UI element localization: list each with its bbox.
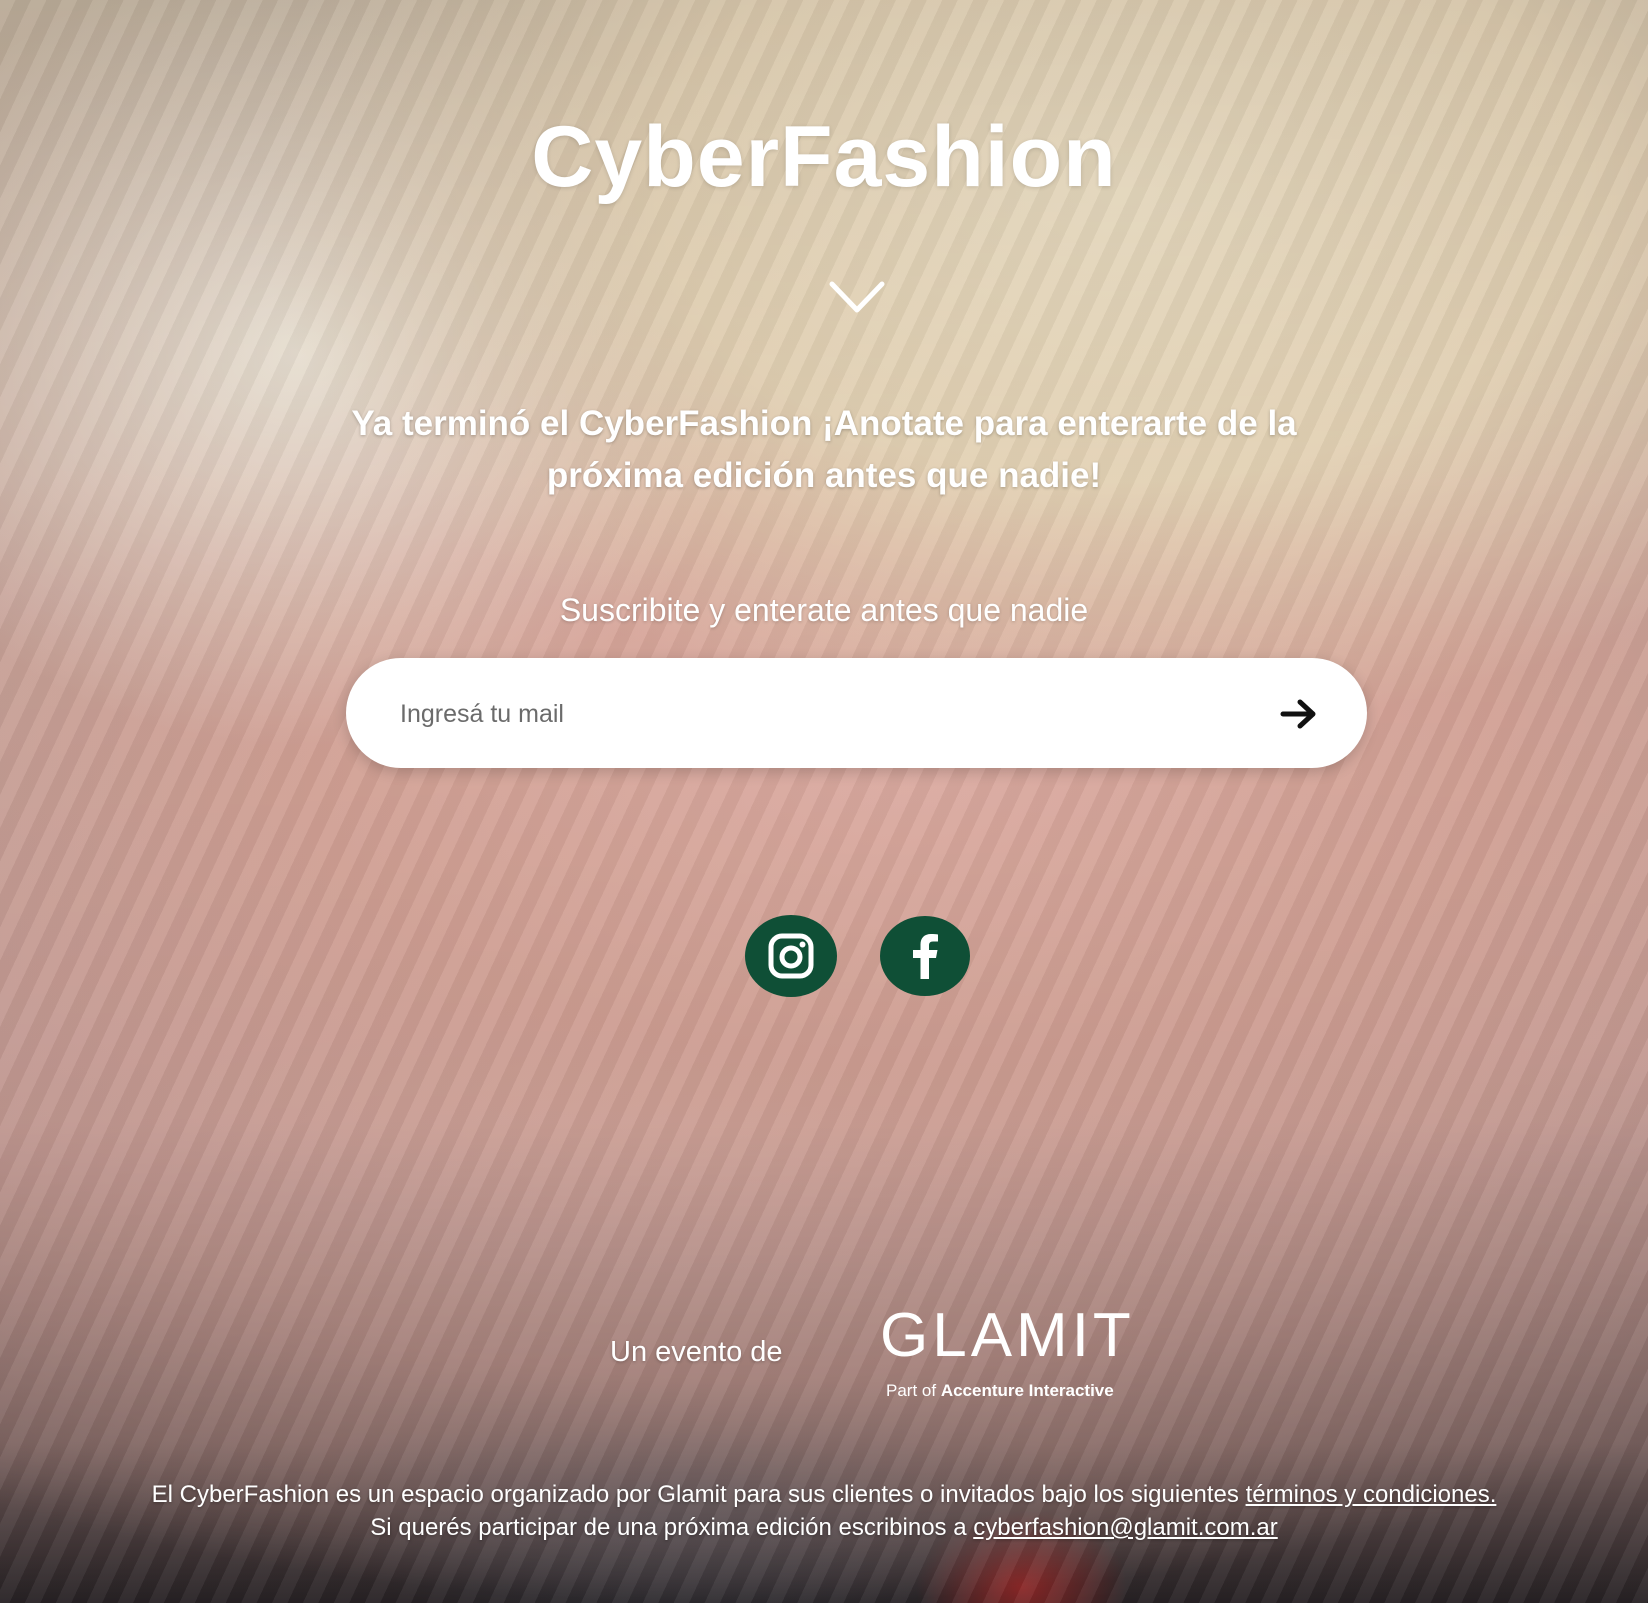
subscribe-label: Suscribite y enterate antes que nadie: [559, 592, 1089, 628]
organizer-label: Un evento de: [610, 1336, 783, 1368]
logo-sub-prefix: Part of: [886, 1381, 941, 1400]
terms-link[interactable]: términos y condiciones.: [1246, 1481, 1497, 1508]
email-input[interactable]: [398, 688, 1202, 740]
instagram-icon: [768, 933, 814, 979]
facebook-button[interactable]: [880, 916, 970, 996]
instagram-button[interactable]: [745, 915, 837, 997]
footer-line1: El CyberFashion es un espacio organizado…: [0, 1478, 1648, 1511]
glamit-logo-text: GLAMIT: [880, 1301, 1135, 1370]
glamit-logo[interactable]: GLAMIT Part of Accenture Interactive: [880, 1305, 1150, 1405]
hero-headline-line1: Ya terminó el CyberFashion ¡Anotate para…: [351, 404, 1297, 443]
chevron-down-icon[interactable]: [828, 278, 886, 318]
footer-line1-text: El CyberFashion es un espacio organizado…: [151, 1481, 1246, 1508]
email-link[interactable]: cyberfashion@glamit.com.ar: [973, 1514, 1277, 1541]
facebook-icon: [913, 934, 938, 979]
arrow-right-icon: [1280, 699, 1316, 729]
page-title: CyberFashion: [531, 109, 1117, 205]
footer-line2: Si querés participar de una próxima edic…: [0, 1511, 1648, 1544]
subscribe-form: [346, 658, 1367, 768]
page-content: CyberFashion Ya terminó el CyberFashion …: [0, 0, 1648, 1603]
hero-headline: Ya terminó el CyberFashion ¡Anotate para…: [224, 398, 1424, 502]
logo-sub-bold: Accenture Interactive: [940, 1381, 1114, 1400]
hero-headline-line2: próxima edición antes que nadie!: [546, 456, 1102, 495]
footer: El CyberFashion es un espacio organizado…: [0, 1478, 1648, 1544]
footer-line2-text: Si querés participar de una próxima edic…: [370, 1514, 974, 1541]
submit-button[interactable]: [1277, 692, 1321, 736]
glamit-logo-subtitle: Part of Accenture Interactive: [886, 1381, 1114, 1401]
